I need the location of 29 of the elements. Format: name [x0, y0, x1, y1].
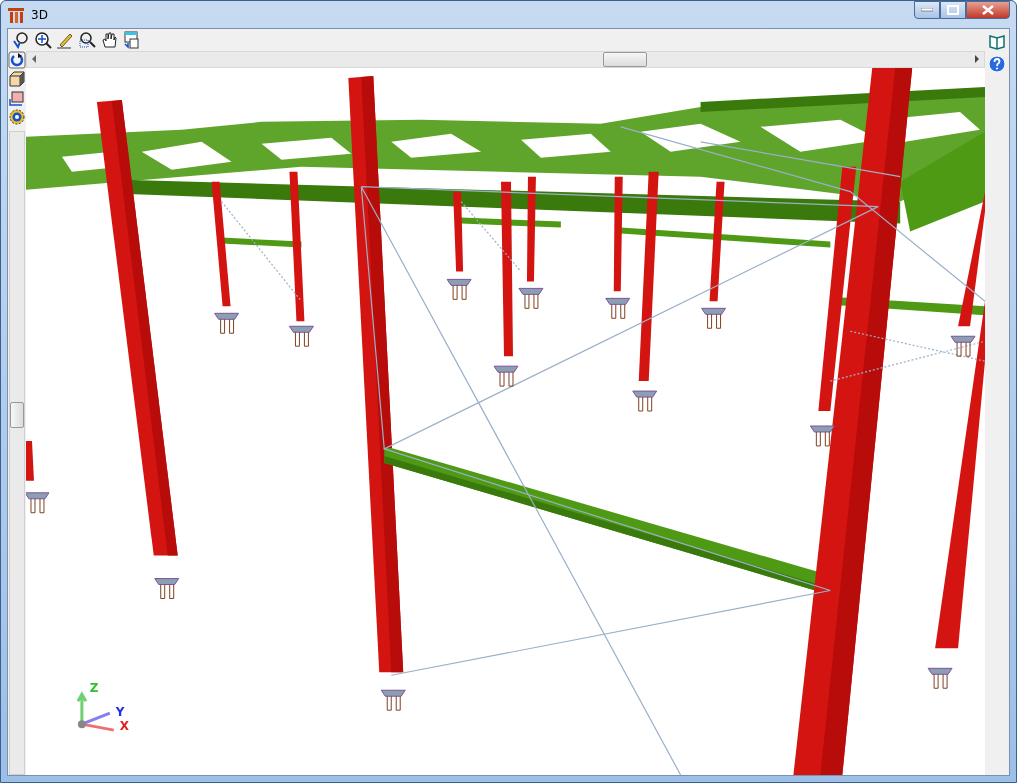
gear-icon[interactable] — [8, 108, 26, 126]
close-button[interactable] — [966, 1, 1010, 19]
rotate-arrow-icon[interactable] — [8, 51, 26, 69]
cube-rotate-icon[interactable] — [8, 89, 26, 107]
axis-label: X — [119, 719, 130, 734]
axis-label: Z — [89, 681, 99, 696]
close-icon — [982, 5, 994, 15]
axis-triad-drawing — [76, 691, 115, 732]
maximize-icon — [947, 5, 959, 15]
viewport[interactable]: Z Y X — [26, 68, 985, 775]
maximize-button[interactable] — [940, 1, 966, 19]
app-icon — [7, 5, 25, 24]
scroll-left-icon[interactable] — [31, 55, 37, 63]
zoom-extents-icon[interactable] — [34, 31, 52, 49]
hand-icon[interactable] — [100, 31, 118, 49]
cube-icon[interactable] — [8, 70, 26, 88]
window-title: 3D — [31, 7, 49, 22]
minimize-button[interactable] — [914, 1, 940, 19]
pencil-icon[interactable] — [56, 31, 74, 49]
scroll-thumb[interactable] — [10, 402, 24, 428]
scroll-thumb[interactable] — [603, 52, 647, 67]
zoom-window-icon[interactable] — [78, 31, 96, 49]
help-icon[interactable] — [988, 55, 1006, 73]
rotate-icon[interactable] — [12, 31, 30, 49]
scroll-right-icon[interactable] — [974, 55, 980, 63]
minimize-icon — [921, 8, 933, 12]
axis-label: Y — [115, 705, 125, 720]
document-copy-icon[interactable] — [122, 31, 140, 49]
book-icon[interactable] — [988, 32, 1006, 50]
